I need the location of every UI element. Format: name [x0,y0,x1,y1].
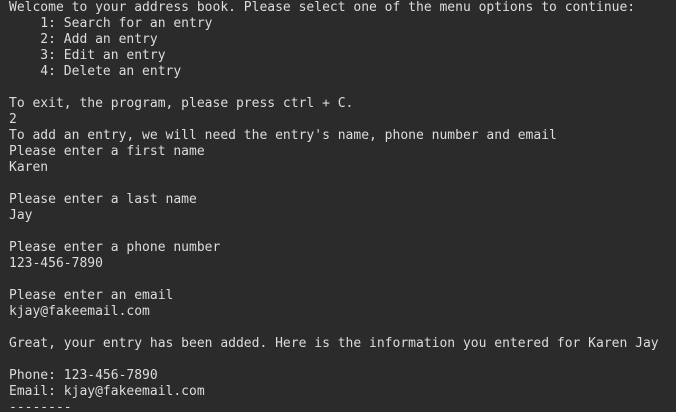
menu-option-edit: 3: Edit an entry [9,48,166,63]
add-entry-intro: To add an entry, we will need the entry'… [9,128,557,143]
entry-added-message: Great, your entry has been added. Here i… [9,336,659,351]
menu-option-search: 1: Search for an entry [9,16,213,31]
user-input-first-name: Karen [9,160,49,175]
separator-line: -------- [9,400,72,412]
user-input-phone: 123-456-7890 [9,256,103,271]
user-input-menu-choice: 2 [9,112,17,127]
user-input-last-name: Jay [9,208,33,223]
phone-prompt: Please enter a phone number [9,240,221,255]
exit-instruction: To exit, the program, please press ctrl … [9,96,354,111]
user-input-email: kjay@fakeemail.com [9,304,150,319]
last-name-prompt: Please enter a last name [9,192,197,207]
menu-option-add: 2: Add an entry [9,32,158,47]
terminal-output: Welcome to your address book. Please sel… [9,0,676,412]
email-prompt: Please enter an email [9,288,174,303]
welcome-line: Welcome to your address book. Please sel… [9,0,636,15]
summary-email: Email: kjay@fakeemail.com [9,384,205,399]
menu-option-delete: 4: Delete an entry [9,64,182,79]
summary-phone: Phone: 123-456-7890 [9,368,158,383]
first-name-prompt: Please enter a first name [9,144,205,159]
terminal-window[interactable]: Welcome to your address book. Please sel… [0,0,676,412]
